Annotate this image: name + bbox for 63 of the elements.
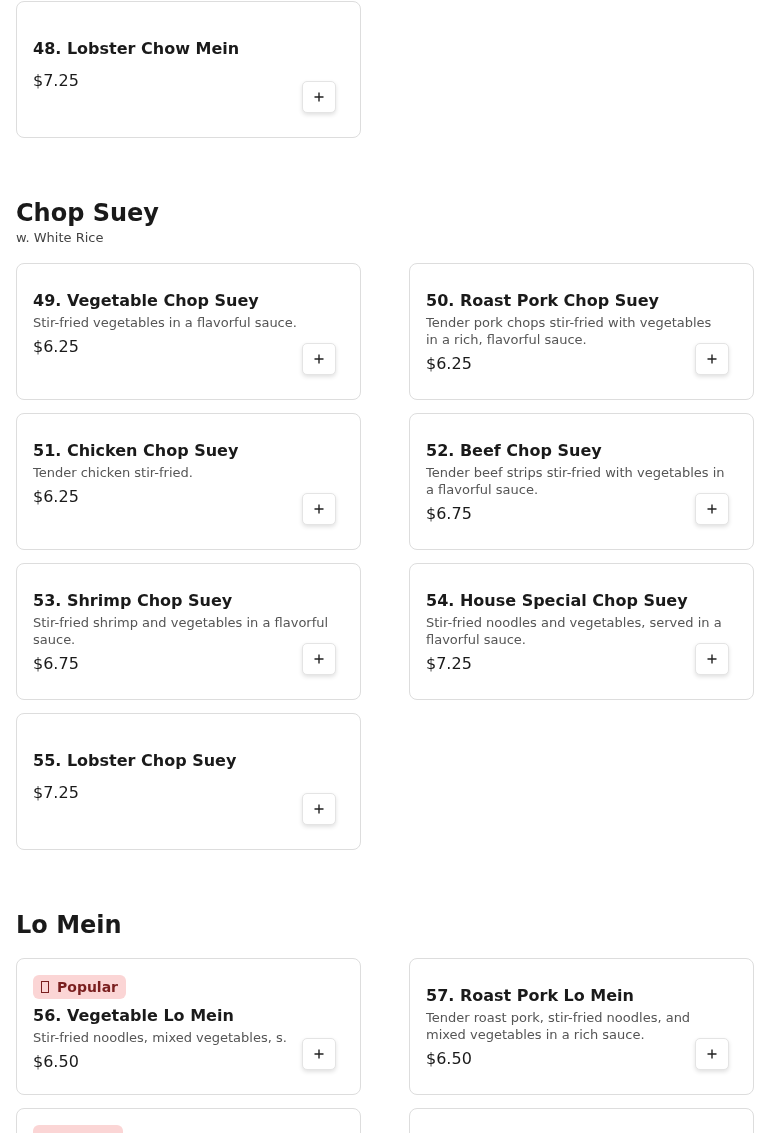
add-button[interactable] — [695, 1038, 729, 1070]
item-name: 54. House Special Chop Suey — [426, 590, 689, 612]
add-button[interactable] — [695, 343, 729, 375]
menu-item-card[interactable]: 50. Roast Pork Chop Suey Tender pork chops stir-fried with vegetables in a rich, flavorful sauce. $6.25 — [409, 263, 754, 400]
plus-icon — [314, 504, 324, 514]
item-name: 57. Roast Pork Lo Mein — [426, 985, 635, 1007]
menu-item-card[interactable]: 54. House Special Chop Suey Stir-fried noodles and vegetables, served in a flavorful sauce. $7.25 — [409, 563, 754, 700]
badge-label: Popular — [57, 979, 119, 995]
item-name: 56. Vegetable Lo Mein — [33, 1005, 235, 1027]
item-name: 51. Chicken Chop Suey — [33, 440, 240, 462]
item-price: $7.25 — [33, 70, 79, 92]
item-description: Stir-fried noodles, mixed vegetables, s. — [33, 1029, 287, 1046]
missing-glyph-icon — [41, 981, 49, 993]
add-button[interactable] — [302, 493, 336, 525]
item-name: 49. Vegetable Chop Suey — [33, 290, 260, 312]
add-button[interactable] — [302, 643, 336, 675]
item-name: 52. Beef Chop Suey — [426, 440, 603, 462]
add-button[interactable] — [302, 81, 336, 113]
add-button[interactable] — [695, 643, 729, 675]
plus-icon — [707, 504, 717, 514]
menu-item-card[interactable]: 53. Shrimp Chop Suey Stir-fried shrimp and vegetables in a flavorful sauce. $6.75 — [16, 563, 361, 700]
add-button[interactable] — [302, 793, 336, 825]
menu-item-card[interactable]: 49. Vegetable Chop Suey Stir-fried vegetables in a flavorful sauce. $6.25 — [16, 263, 361, 400]
section-heading: Chop Suey — [16, 198, 160, 228]
section-subtitle: w. White Rice — [16, 230, 105, 245]
item-description: Tender chicken stir-fried. — [33, 464, 193, 481]
menu-item-card[interactable]: 51. Chicken Chop Suey Tender chicken stir-fried. $6.25 — [16, 413, 361, 550]
item-price: $6.50 — [33, 1051, 79, 1073]
plus-icon — [707, 654, 717, 664]
plus-icon — [314, 804, 324, 814]
add-button[interactable] — [302, 1038, 336, 1070]
item-description: Tender beef strips stir-fried with vegetables in a flavorful sauce. — [426, 464, 726, 498]
item-price: $6.50 — [426, 1048, 472, 1070]
item-name: 50. Roast Pork Chop Suey — [426, 290, 660, 312]
menu-item-card[interactable]: Popular 56. Vegetable Lo Mein Stir-fried noodles, mixed vegetables, s. $6.50 — [16, 958, 361, 1095]
plus-icon — [314, 354, 324, 364]
item-name: 55. Lobster Chop Suey — [33, 750, 238, 772]
item-price: $7.25 — [33, 782, 79, 804]
plus-icon — [707, 1049, 717, 1059]
item-description: Tender pork chops stir-fried with vegetables in a rich, flavorful sauce. — [426, 314, 713, 348]
item-description: Stir-fried vegetables in a flavorful sauce. — [33, 314, 297, 331]
item-price: $6.75 — [426, 503, 472, 525]
add-button[interactable] — [302, 343, 336, 375]
plus-icon — [314, 654, 324, 664]
menu-item-card[interactable]: 48. Lobster Chow Mein $7.25 — [16, 1, 361, 138]
item-name: 48. Lobster Chow Mein — [33, 38, 241, 60]
item-price: $6.25 — [426, 353, 472, 375]
item-price: $6.25 — [33, 486, 79, 508]
item-description: Tender roast pork, stir-fried noodles, and mixed vegetables in a rich sauce. — [426, 1009, 692, 1043]
menu-item-card[interactable]: 55. Lobster Chop Suey $7.25 — [16, 713, 361, 850]
item-name: 53. Shrimp Chop Suey — [33, 590, 234, 612]
item-price: $7.25 — [426, 653, 472, 675]
item-price: $6.25 — [33, 336, 79, 358]
menu-item-card[interactable]: 57. Roast Pork Lo Mein Tender roast pork, stir-fried noodles, and mixed vegetables in a rich sauce. $6.50 — [409, 958, 754, 1095]
menu-item-card[interactable]: 52. Beef Chop Suey Tender beef strips stir-fried with vegetables in a flavorful sauce. $6.75 — [409, 413, 754, 550]
item-description: Stir-fried noodles and vegetables, served in a flavorful sauce. — [426, 614, 723, 648]
section-heading: Lo Mein — [16, 910, 123, 940]
plus-icon — [314, 1049, 324, 1059]
item-description: Stir-fried shrimp and vegetables in a flavorful sauce. — [33, 614, 330, 648]
add-button[interactable] — [695, 493, 729, 525]
plus-icon — [707, 354, 717, 364]
plus-icon — [314, 92, 324, 102]
item-price: $6.75 — [33, 653, 79, 675]
